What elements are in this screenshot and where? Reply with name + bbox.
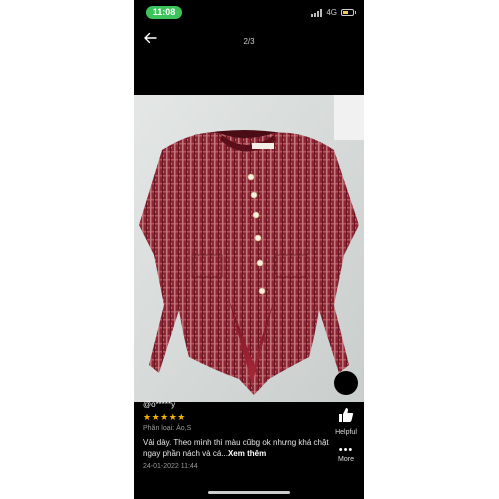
status-bar: 11:08 4G <box>134 0 364 26</box>
more-button[interactable]: ••• More <box>332 444 360 464</box>
page-counter: 2/3 <box>243 37 255 46</box>
phone-screen: 11:08 4G 2/3 @o*****y ★★★★★ Phân loại: Á… <box>134 0 364 499</box>
thumbs-up-icon <box>339 408 354 422</box>
product-classification: Phân loại: Áo,S <box>143 425 192 432</box>
more-label: More <box>338 456 354 463</box>
home-indicator[interactable] <box>208 491 290 494</box>
battery-icon <box>341 9 356 16</box>
helpful-button[interactable]: Helpful <box>332 407 360 436</box>
helpful-label: Helpful <box>335 429 357 436</box>
see-more-link[interactable]: Xem thêm <box>228 449 266 458</box>
signal-icon <box>311 8 323 17</box>
reviewer-name: @o*****y <box>143 400 176 409</box>
review-photo[interactable] <box>134 95 364 402</box>
rating-stars: ★★★★★ <box>143 412 186 422</box>
network-type: 4G <box>326 8 337 17</box>
jacket-photo-image <box>134 95 364 402</box>
status-indicators: 4G <box>311 8 356 17</box>
more-dots-icon: ••• <box>338 444 354 456</box>
review-date: 24-01-2022 11:44 <box>143 463 198 470</box>
status-time: 11:08 <box>146 6 182 19</box>
review-text: Vải dày. Theo mình thì màu cũbg ok nhưng… <box>143 437 333 459</box>
review-panel: @o*****y ★★★★★ Phân loại: Áo,S Vải dày. … <box>134 400 364 499</box>
overlay-dot <box>334 371 358 395</box>
battery-level <box>343 11 348 14</box>
